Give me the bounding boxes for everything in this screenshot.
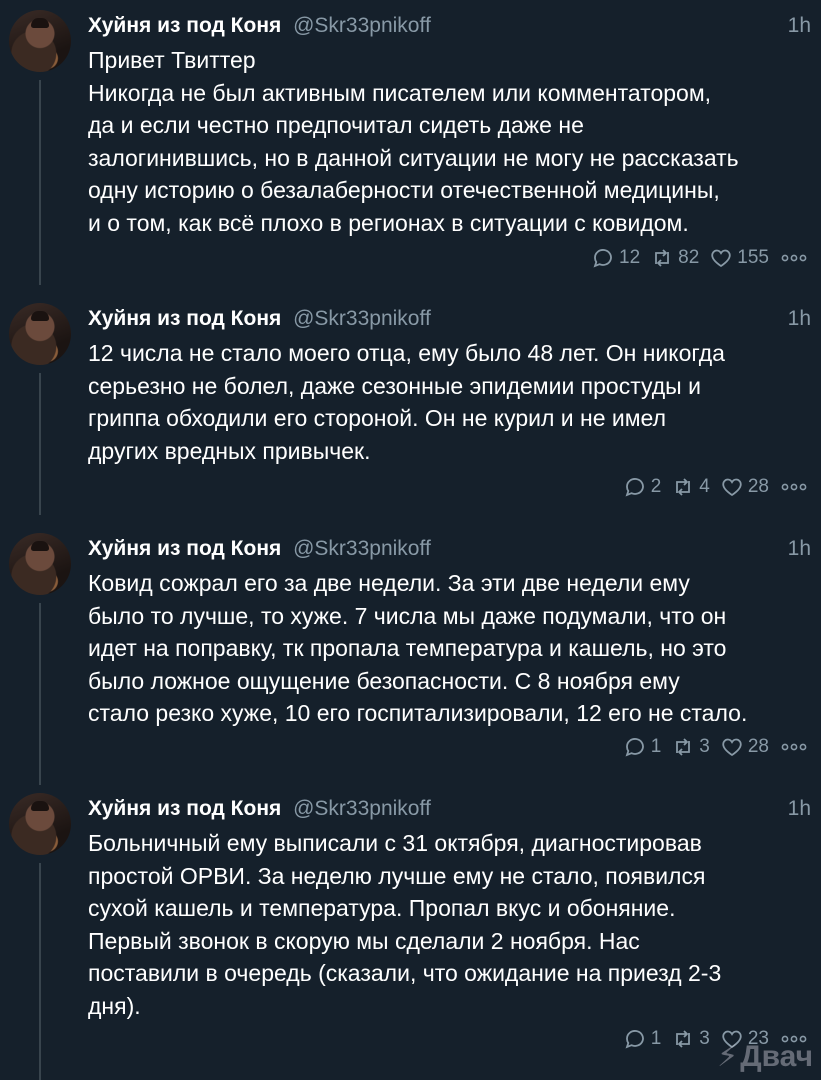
reply-icon [625, 1030, 644, 1049]
like-button[interactable]: 28 [720, 475, 769, 499]
author-name[interactable]: Хуйня из под Коня [88, 797, 281, 820]
reply-button[interactable]: 1 [623, 1027, 662, 1051]
reply-icon [625, 738, 644, 757]
avatar[interactable] [9, 10, 71, 72]
more-button[interactable] [781, 475, 807, 499]
like-count: 155 [737, 247, 769, 268]
retweet-count: 4 [699, 476, 710, 497]
tweet-actions: 12 82 155 [581, 244, 807, 272]
retweet-button[interactable]: 82 [650, 246, 699, 270]
avatar[interactable] [9, 303, 71, 365]
author-handle[interactable]: @Skr33pnikoff [293, 14, 431, 37]
tweet-text: 12 числа не стало моего отца, ему было 4… [88, 340, 725, 464]
tweet-actions: 2 4 28 [613, 473, 807, 501]
reply-icon [625, 478, 644, 497]
retweet-button[interactable]: 4 [671, 475, 710, 499]
timestamp[interactable]: 1h [788, 305, 811, 333]
thread-connector [39, 373, 41, 515]
avatar[interactable] [9, 533, 71, 595]
retweet-count: 3 [699, 736, 710, 757]
reply-button[interactable]: 1 [623, 735, 662, 759]
retweet-button[interactable]: 3 [671, 735, 710, 759]
like-icon [711, 249, 731, 268]
watermark-text: Двач [740, 1039, 813, 1073]
tweet-3[interactable]: Хуйня из под Коня @Skr33pnikoff 1h Ковид… [0, 523, 821, 785]
reply-count: 1 [650, 1028, 662, 1049]
reply-count: 12 [619, 247, 641, 268]
more-icon [781, 254, 807, 262]
more-button[interactable] [781, 735, 807, 759]
retweet-icon [655, 249, 670, 267]
tweet-4[interactable]: Хуйня из под Коня @Skr33pnikoff 1h Больн… [0, 783, 821, 1080]
author-handle[interactable]: @Skr33pnikoff [293, 797, 431, 820]
reply-count: 1 [650, 736, 662, 757]
reply-button[interactable]: 2 [623, 475, 662, 499]
tweet-2[interactable]: Хуйня из под Коня @Skr33pnikoff 1h 12 чи… [0, 293, 821, 515]
retweet-count: 82 [678, 247, 700, 268]
thread-connector [39, 603, 41, 785]
thread-connector [39, 863, 41, 1080]
retweet-icon [676, 738, 691, 756]
like-button[interactable]: 28 [720, 735, 769, 759]
reply-count: 2 [650, 476, 662, 497]
author-name[interactable]: Хуйня из под Коня [88, 14, 281, 37]
retweet-icon [676, 1030, 691, 1048]
more-button[interactable] [781, 246, 807, 270]
timestamp[interactable]: 1h [788, 795, 811, 823]
watermark: ⚡ Двач [717, 1039, 813, 1074]
more-icon [781, 483, 807, 491]
tweet-header: Хуйня из под Коня @Skr33pnikoff 1h [88, 535, 811, 563]
like-count: 28 [747, 476, 769, 497]
tweet-1[interactable]: Хуйня из под Коня @Skr33pnikoff 1h Приве… [0, 0, 821, 285]
retweet-icon [676, 478, 691, 496]
tweet-text: Ковид сожрал его за две недели. За эти д… [88, 570, 748, 726]
tweet-header: Хуйня из под Коня @Skr33pnikoff 1h [88, 305, 811, 333]
like-count: 28 [747, 736, 769, 757]
avatar[interactable] [9, 793, 71, 855]
tweet-header: Хуйня из под Коня @Skr33pnikoff 1h [88, 795, 811, 823]
author-name[interactable]: Хуйня из под Коня [88, 537, 281, 560]
bolt-icon: ⚡ [717, 1040, 739, 1073]
author-handle[interactable]: @Skr33pnikoff [293, 307, 431, 330]
reply-icon [593, 249, 612, 268]
tweet-actions: 1 3 28 [613, 733, 807, 761]
retweet-count: 3 [699, 1028, 710, 1049]
reply-button[interactable]: 12 [591, 246, 640, 270]
more-icon [781, 743, 807, 751]
timestamp[interactable]: 1h [788, 535, 811, 563]
thread-connector [39, 80, 41, 285]
author-handle[interactable]: @Skr33pnikoff [293, 537, 431, 560]
retweet-button[interactable]: 3 [671, 1027, 710, 1051]
tweet-text: Привет Твиттер Никогда не был активным п… [88, 47, 739, 236]
like-icon [722, 738, 742, 757]
tweet-text: Больничный ему выписали с 31 октября, ди… [88, 830, 722, 1019]
author-name[interactable]: Хуйня из под Коня [88, 307, 281, 330]
tweet-header: Хуйня из под Коня @Skr33pnikoff 1h [88, 12, 811, 40]
like-button[interactable]: 155 [709, 246, 769, 270]
timestamp[interactable]: 1h [788, 12, 811, 40]
like-icon [722, 478, 742, 497]
